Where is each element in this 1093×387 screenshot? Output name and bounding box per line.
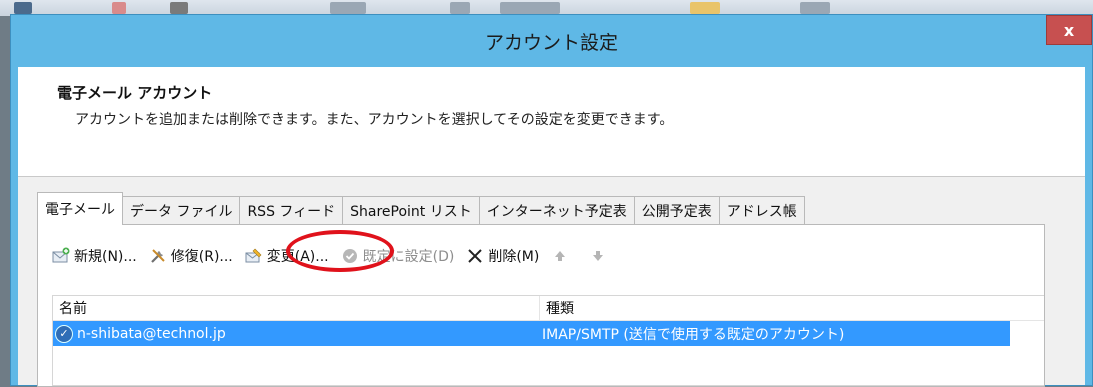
- change-button[interactable]: 変更(A)...: [245, 246, 329, 266]
- close-button[interactable]: x: [1046, 15, 1092, 45]
- delete-label: 削除(M): [488, 249, 540, 265]
- change-label: 変更(A)...: [266, 249, 329, 265]
- repair-button[interactable]: 修復(R)...: [149, 246, 233, 266]
- dialog-client-area: 電子メール アカウント アカウントを追加または削除できます。また、アカウントを選…: [18, 67, 1085, 387]
- account-list: 名前 種類 ✓ n-shibata@technol.jp IMAP/SMTP (…: [52, 295, 1044, 386]
- move-down-button[interactable]: [589, 247, 611, 265]
- account-name-cell: ✓ n-shibata@technol.jp: [53, 321, 535, 346]
- delete-button[interactable]: 削除(M): [466, 246, 539, 266]
- email-tab-page: 新規(N)... 修復(R)... 変更(A)... 既定に設定(D) 削除(M…: [37, 224, 1045, 387]
- account-name: n-shibata@technol.jp: [77, 325, 226, 342]
- tab-sharepoint-lists[interactable]: SharePoint リスト: [342, 196, 480, 225]
- tab-address-books[interactable]: アドレス帳: [718, 196, 805, 225]
- section-title: 電子メール アカウント: [57, 84, 213, 102]
- account-settings-dialog: アカウント設定 x 電子メール アカウント アカウントを追加または削除できます。…: [10, 14, 1093, 387]
- arrow-down-icon: [589, 247, 607, 265]
- body-panel: 電子メール データ ファイル RSS フィード SharePoint リスト イ…: [18, 177, 1085, 387]
- tab-rss-feeds[interactable]: RSS フィード: [239, 196, 344, 225]
- delete-x-icon: [466, 247, 484, 265]
- account-type: IMAP/SMTP (送信で使用する既定のアカウント): [542, 326, 845, 343]
- set-default-label: 既定に設定(D): [362, 249, 455, 265]
- tab-email[interactable]: 電子メール: [37, 192, 123, 225]
- arrow-up-icon: [551, 247, 569, 265]
- list-header: 名前 種類: [53, 296, 1044, 321]
- column-header-name[interactable]: 名前: [53, 296, 540, 320]
- title-bar[interactable]: アカウント設定 x: [11, 15, 1092, 67]
- header-panel: 電子メール アカウント アカウントを追加または削除できます。また、アカウントを選…: [18, 67, 1085, 177]
- new-button[interactable]: 新規(N)...: [52, 246, 137, 266]
- new-label: 新規(N)...: [74, 249, 137, 265]
- repair-tools-icon: [149, 247, 167, 265]
- repair-label: 修復(R)...: [170, 249, 233, 265]
- dialog-title: アカウント設定: [484, 32, 618, 54]
- tab-data-files[interactable]: データ ファイル: [122, 196, 241, 225]
- default-account-check-icon: ✓: [55, 324, 73, 343]
- change-account-icon: [245, 247, 263, 265]
- set-default-button[interactable]: 既定に設定(D): [341, 246, 455, 266]
- account-row[interactable]: ✓ n-shibata@technol.jp IMAP/SMTP (送信で使用す…: [53, 321, 1010, 346]
- column-header-type[interactable]: 種類: [540, 296, 1044, 320]
- tab-published-calendars[interactable]: 公開予定表: [633, 196, 720, 225]
- tab-strip: 電子メール データ ファイル RSS フィード SharePoint リスト イ…: [37, 192, 805, 225]
- section-description: アカウントを追加または削除できます。また、アカウントを選択してその設定を変更でき…: [75, 112, 674, 128]
- check-circle-icon: [341, 247, 359, 265]
- tab-internet-calendars[interactable]: インターネット予定表: [478, 196, 635, 225]
- move-up-button[interactable]: [551, 247, 573, 265]
- account-toolbar: 新規(N)... 修復(R)... 変更(A)... 既定に設定(D) 削除(M…: [52, 244, 627, 268]
- new-account-icon: [52, 247, 70, 265]
